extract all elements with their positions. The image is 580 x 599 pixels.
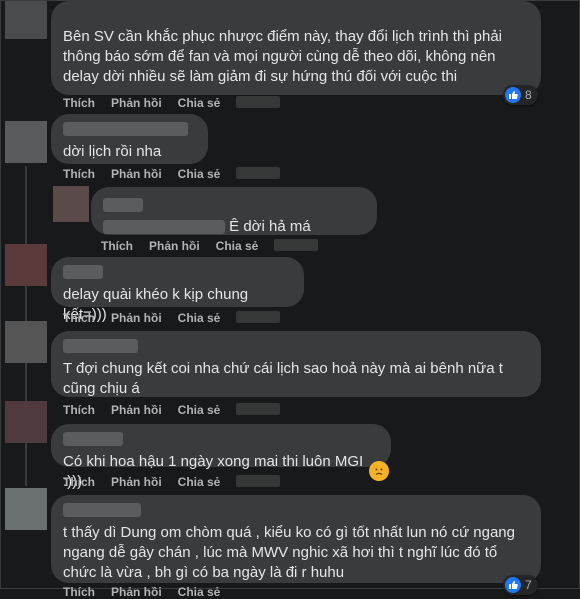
avatar[interactable] xyxy=(5,488,47,530)
comment-bubble: T đợi chung kết coi nha chứ cái lịch sao… xyxy=(51,331,541,397)
timestamp[interactable] xyxy=(236,96,281,108)
author-name[interactable] xyxy=(63,339,138,353)
share-button[interactable]: Chia sẻ xyxy=(178,167,221,181)
tagged-user[interactable] xyxy=(103,220,225,235)
thumbs-up-icon xyxy=(505,577,521,593)
timestamp[interactable] xyxy=(236,311,281,323)
reply-button[interactable]: Phản hồi xyxy=(111,585,162,599)
comment-actions: Thích Phản hồi Chia sẻ xyxy=(63,475,281,489)
reaction-number: 7 xyxy=(525,578,532,592)
comment-bubble: Có khi hoa hậu 1 ngày xong mai thi luôn … xyxy=(51,424,391,490)
like-button[interactable]: Thích xyxy=(63,475,95,489)
like-button[interactable]: Thích xyxy=(63,585,95,599)
comment-actions: Thích Phản hồi Chia sẻ xyxy=(63,311,281,325)
comment-section: Bên SV cần khắc phục nhược điểm này, tha… xyxy=(0,0,580,599)
reply-button[interactable]: Phản hồi xyxy=(111,311,162,325)
thumbs-up-icon xyxy=(505,87,521,103)
share-button[interactable]: Chia sẻ xyxy=(178,475,221,489)
avatar[interactable] xyxy=(5,401,47,443)
avatar[interactable] xyxy=(53,186,89,222)
reply-button[interactable]: Phản hồi xyxy=(149,239,200,253)
comment-actions: Thích Phản hồi Chia sẻ xyxy=(101,239,319,253)
avatar[interactable] xyxy=(5,321,47,363)
comment-text: dời lịch rồi nha xyxy=(63,143,162,160)
share-button[interactable]: Chia sẻ xyxy=(178,311,221,325)
reply-button[interactable]: Phản hồi xyxy=(111,475,162,489)
share-button[interactable]: Chia sẻ xyxy=(178,585,221,599)
share-button[interactable]: Chia sẻ xyxy=(178,403,221,417)
author-name[interactable] xyxy=(63,503,141,517)
comment-actions: Thích Phản hồi Chia sẻ xyxy=(63,403,281,417)
comment-bubble: t thấy dì Dung om chòm quá , kiểu ko có … xyxy=(51,495,541,583)
reaction-count[interactable]: 7 xyxy=(503,575,538,595)
author-name[interactable] xyxy=(63,432,123,446)
like-button[interactable]: Thích xyxy=(63,311,95,325)
author-name[interactable] xyxy=(103,198,143,213)
reaction-number: 8 xyxy=(525,88,532,102)
comment-actions: Thích Phản hồi Chia sẻ xyxy=(63,167,281,181)
timestamp[interactable] xyxy=(236,167,281,179)
sad-face-icon[interactable] xyxy=(369,461,389,481)
timestamp[interactable] xyxy=(236,475,281,487)
author-name[interactable] xyxy=(63,122,188,136)
reply-button[interactable]: Phản hồi xyxy=(111,403,162,417)
reply-button[interactable]: Phản hồi xyxy=(111,167,162,181)
avatar[interactable] xyxy=(5,121,47,163)
like-button[interactable]: Thích xyxy=(63,167,95,181)
avatar[interactable] xyxy=(5,244,47,286)
comment-bubble: dời lịch rồi nha xyxy=(51,114,208,164)
timestamp[interactable] xyxy=(274,239,319,251)
author-name[interactable] xyxy=(63,265,103,279)
like-button[interactable]: Thích xyxy=(63,96,95,110)
reaction-count[interactable]: 8 xyxy=(503,85,538,105)
avatar[interactable] xyxy=(5,1,47,39)
timestamp[interactable] xyxy=(236,403,281,415)
comment-text: T đợi chung kết coi nha chứ cái lịch sao… xyxy=(63,360,503,397)
comment-actions: Thích Phản hồi Chia sẻ xyxy=(63,96,281,110)
comment-text: Ê dời hả má xyxy=(229,218,311,235)
share-button[interactable]: Chia sẻ xyxy=(178,96,221,110)
comment-bubble: delay quài khéo k kịp chung kết=))) xyxy=(51,257,304,323)
reply-button[interactable]: Phản hồi xyxy=(111,96,162,110)
share-button[interactable]: Chia sẻ xyxy=(216,239,259,253)
like-button[interactable]: Thích xyxy=(63,403,95,417)
like-button[interactable]: Thích xyxy=(101,239,133,253)
comment-bubble: Ê dời hả má xyxy=(91,187,377,235)
comment-text: t thấy dì Dung om chòm quá , kiểu ko có … xyxy=(63,524,515,581)
comment-bubble: Bên SV cần khắc phục nhược điểm này, tha… xyxy=(51,1,541,95)
comment-actions: Thích Phản hồi Chia sẻ xyxy=(63,585,220,599)
comment-text: Bên SV cần khắc phục nhược điểm này, tha… xyxy=(63,28,503,85)
